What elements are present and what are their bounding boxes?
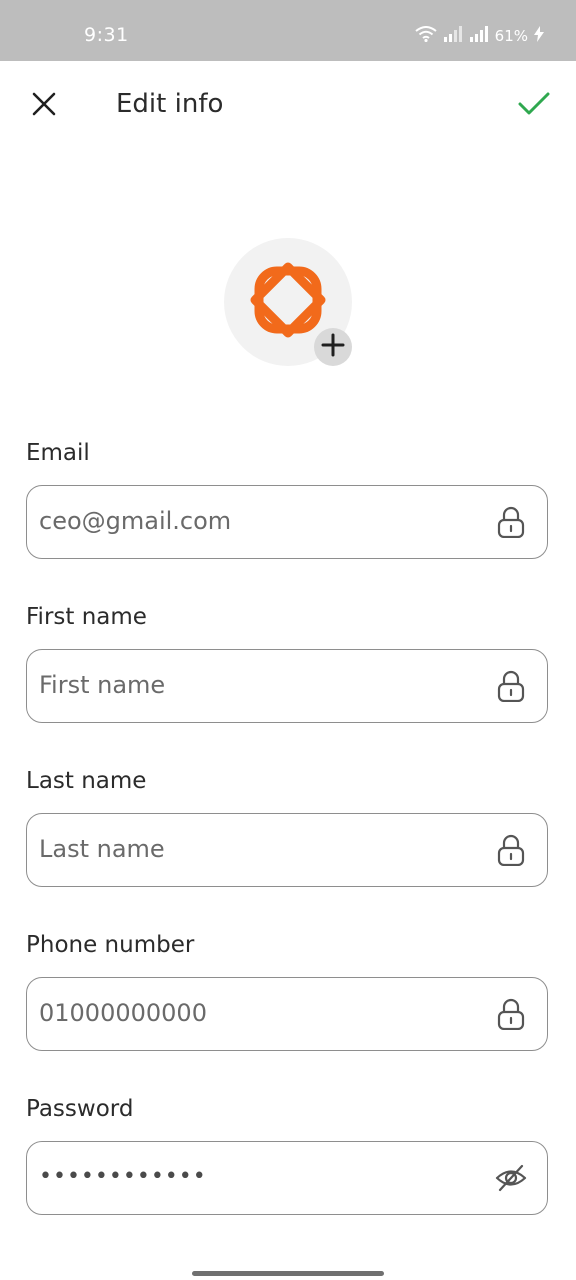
home-indicator[interactable]: [192, 1271, 384, 1276]
status-bar: 9:31 61%: [0, 0, 576, 61]
password-label: Password: [26, 1096, 134, 1122]
phone-field[interactable]: 01000000000: [26, 977, 548, 1051]
check-icon: [518, 91, 550, 121]
app-header: Edit info: [0, 61, 576, 151]
brand-logo-icon: [249, 261, 327, 343]
add-photo-button[interactable]: [314, 328, 352, 366]
close-button[interactable]: [22, 84, 66, 128]
lock-icon: [495, 670, 527, 702]
email-value: ceo@gmail.com: [39, 507, 232, 535]
eye-off-icon[interactable]: [495, 1162, 527, 1194]
status-time: 9:31: [84, 24, 129, 46]
status-icons: 61%: [415, 25, 544, 47]
first-name-field[interactable]: First name: [26, 649, 548, 723]
last-name-value: Last name: [39, 835, 165, 863]
phone-value: 01000000000: [39, 999, 207, 1027]
close-icon: [31, 91, 57, 121]
battery-level: 61%: [494, 27, 528, 45]
lock-icon: [495, 506, 527, 538]
password-value: ••••••••••••: [39, 1164, 207, 1189]
phone-label: Phone number: [26, 932, 195, 958]
charging-icon: [534, 26, 544, 46]
signal-icon: [469, 26, 489, 46]
email-field[interactable]: ceo@gmail.com: [26, 485, 548, 559]
wifi-icon: [415, 26, 437, 46]
page-title: Edit info: [116, 89, 224, 119]
avatar-container: [224, 238, 352, 366]
email-label: Email: [26, 440, 90, 466]
last-name-field[interactable]: Last name: [26, 813, 548, 887]
lock-icon: [495, 834, 527, 866]
last-name-label: Last name: [26, 768, 147, 794]
signal-icon: [443, 26, 463, 46]
save-button[interactable]: [512, 84, 556, 128]
first-name-value: First name: [39, 671, 166, 699]
plus-icon: [320, 332, 346, 362]
first-name-label: First name: [26, 604, 147, 630]
password-field[interactable]: ••••••••••••: [26, 1141, 548, 1215]
lock-icon: [495, 998, 527, 1030]
